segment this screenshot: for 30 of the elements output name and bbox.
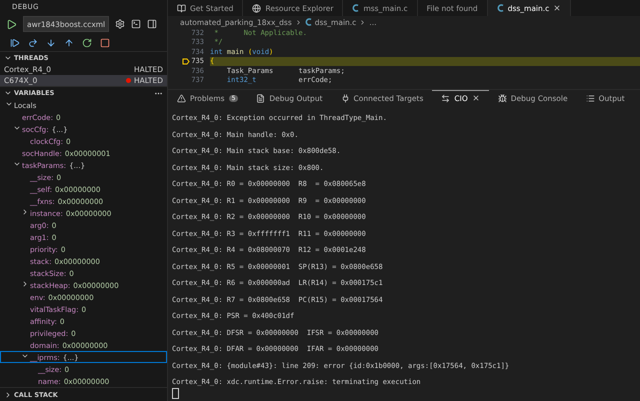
close-icon[interactable] bbox=[553, 4, 562, 12]
plug-icon bbox=[340, 94, 350, 102]
chevron-icon bbox=[4, 390, 12, 399]
globe-icon bbox=[252, 4, 262, 12]
chevron-icon bbox=[21, 208, 29, 216]
c-file-icon bbox=[304, 18, 312, 26]
stop-icon[interactable] bbox=[100, 38, 110, 48]
step-into-icon[interactable] bbox=[46, 38, 56, 48]
book-icon bbox=[177, 4, 186, 12]
close-icon[interactable] bbox=[472, 94, 480, 102]
current-line-marker-icon bbox=[182, 58, 190, 65]
settings-icon[interactable] bbox=[115, 19, 125, 30]
text-cursor bbox=[172, 388, 179, 398]
c-file-icon bbox=[496, 4, 504, 12]
restart-icon[interactable] bbox=[82, 38, 92, 48]
document-icon bbox=[256, 94, 266, 102]
chevron-icon bbox=[294, 18, 302, 26]
chevron-icon bbox=[359, 18, 366, 26]
step-out-icon[interactable] bbox=[64, 38, 74, 48]
c-file-icon bbox=[352, 4, 360, 12]
warning-icon bbox=[177, 94, 186, 102]
step-over-icon[interactable] bbox=[28, 38, 38, 48]
chevron-icon bbox=[21, 280, 29, 288]
list-icon bbox=[586, 94, 595, 102]
arrows-icon bbox=[441, 94, 450, 102]
terminal-icon[interactable] bbox=[131, 19, 141, 30]
run-icon[interactable] bbox=[6, 18, 17, 30]
continue-icon[interactable] bbox=[10, 38, 20, 48]
panel-icon[interactable] bbox=[147, 19, 157, 30]
bug-icon bbox=[498, 94, 507, 102]
